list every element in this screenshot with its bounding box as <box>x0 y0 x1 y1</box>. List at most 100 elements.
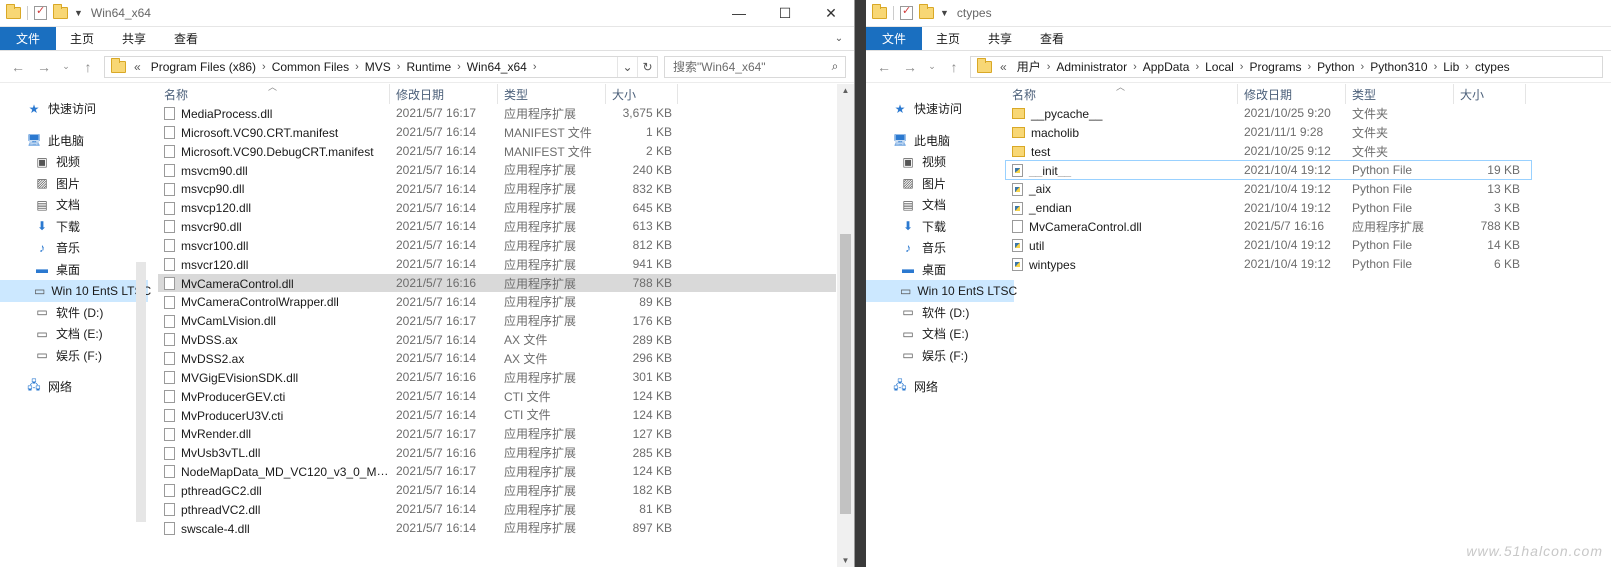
tab-home[interactable]: 主页 <box>922 27 974 50</box>
column-header-type[interactable]: 类型 <box>1346 84 1454 104</box>
breadcrumb-chevron-icon[interactable]: › <box>533 61 537 73</box>
breadcrumb-segment[interactable]: Programs <box>1243 60 1307 74</box>
file-row[interactable]: macholib 2021/11/1 9:28 文件夹 <box>1006 123 1531 142</box>
minimize-icon[interactable]: — <box>716 0 762 26</box>
recent-dropdown-icon[interactable]: ⌄ <box>926 61 938 72</box>
scroll-down-icon[interactable]: ▼ <box>837 556 854 565</box>
tab-file[interactable]: 文件 <box>866 27 922 50</box>
file-row[interactable]: MvProducerGEV.cti 2021/5/7 16:14 CTI 文件 124… <box>158 387 836 406</box>
nav-drive-e[interactable]: ▭ 文档 (E:) <box>0 323 148 345</box>
refresh-icon[interactable]: ↻ <box>637 56 657 77</box>
file-row[interactable]: MvCameraControl.dll 2021/5/7 16:16 应用程序扩展 7… <box>158 273 836 293</box>
maximize-icon[interactable]: ☐ <box>762 0 808 26</box>
nav-documents[interactable]: ▤ 文档 <box>0 194 148 216</box>
column-header-size[interactable]: 大小 <box>1454 84 1526 104</box>
file-row[interactable]: msvcr120.dll 2021/5/7 16:14 应用程序扩展 941 KB <box>158 255 836 274</box>
new-folder-icon[interactable] <box>53 4 68 19</box>
file-row[interactable]: test 2021/10/25 9:12 文件夹 <box>1006 142 1531 161</box>
nav-this-pc[interactable]: 🖥 此电脑 <box>866 130 1014 152</box>
breadcrumb-segment[interactable]: 用户 <box>1011 58 1047 75</box>
file-row[interactable]: msvcr100.dll 2021/5/7 16:14 应用程序扩展 812 KB <box>158 236 836 255</box>
breadcrumb-segment[interactable]: Local <box>1199 60 1240 74</box>
breadcrumb-segment[interactable]: ctypes <box>1469 60 1516 74</box>
column-header-date[interactable]: 修改日期 <box>390 84 498 104</box>
column-header-type[interactable]: 类型 <box>498 84 606 104</box>
nav-drive-f[interactable]: ▭ 娱乐 (F:) <box>866 345 1014 367</box>
nav-desktop[interactable]: ▬ 桌面 <box>0 259 148 281</box>
file-row[interactable]: wintypes 2021/10/4 19:12 Python File 6 KB <box>1006 255 1531 274</box>
breadcrumb-segment[interactable]: Runtime <box>400 60 457 74</box>
file-row[interactable]: swscale-4.dll 2021/5/7 16:14 应用程序扩展 897 KB <box>158 519 836 538</box>
scrollbar-thumb[interactable] <box>840 234 851 514</box>
file-row[interactable]: Microsoft.VC90.DebugCRT.manifest 2021/5/7… <box>158 142 836 161</box>
nav-drive-c[interactable]: ▭ Win 10 EntS LTSC <box>866 280 1017 302</box>
file-row[interactable]: pthreadVC2.dll 2021/5/7 16:14 应用程序扩展 81 KB <box>158 500 836 519</box>
address-bar[interactable]: « Program Files (x86) › Common Files › MVS… <box>104 55 658 78</box>
breadcrumb-segment[interactable]: MVS <box>359 60 397 74</box>
nav-drive-d[interactable]: ▭ 软件 (D:) <box>0 302 148 324</box>
up-arrow-icon[interactable]: ↑ <box>944 59 964 75</box>
address-dropdown-icon[interactable]: ⌄ <box>617 56 637 77</box>
file-row[interactable]: util 2021/10/4 19:12 Python File 14 KB <box>1006 236 1531 255</box>
nav-pictures[interactable]: ▨ 图片 <box>866 173 1014 195</box>
nav-downloads[interactable]: ⬇ 下载 <box>866 216 1014 238</box>
forward-arrow-icon[interactable]: → <box>900 59 920 75</box>
file-row[interactable]: MvCameraControlWrapper.dll 2021/5/7 16:14… <box>158 292 836 311</box>
file-row[interactable]: MvCamLVision.dll 2021/5/7 16:17 应用程序扩展 176 … <box>158 311 836 330</box>
nav-drive-e[interactable]: ▭ 文档 (E:) <box>866 323 1014 345</box>
nav-videos[interactable]: ▣ 视频 <box>866 151 1014 173</box>
nav-documents[interactable]: ▤ 文档 <box>866 194 1014 216</box>
nav-scrollbar[interactable] <box>136 262 146 522</box>
breadcrumb-segment[interactable]: Program Files (x86) <box>145 60 262 74</box>
overflow-chevron[interactable]: « <box>996 60 1011 74</box>
file-row[interactable]: msvcm90.dll 2021/5/7 16:14 应用程序扩展 240 KB <box>158 161 836 180</box>
column-header-size[interactable]: 大小 <box>606 84 678 104</box>
file-row[interactable]: MvUsb3vTL.dll 2021/5/7 16:16 应用程序扩展 285 KB <box>158 443 836 462</box>
file-row[interactable]: NodeMapData_MD_VC120_v3_0_MVS... 2021/5/7… <box>158 462 836 481</box>
file-row[interactable]: MvDSS.ax 2021/5/7 16:14 AX 文件 289 KB <box>158 330 836 349</box>
nav-pictures[interactable]: ▨ 图片 <box>0 173 148 195</box>
nav-music[interactable]: ♪ 音乐 <box>866 237 1014 259</box>
file-row[interactable]: MvRender.dll 2021/5/7 16:17 应用程序扩展 127 KB <box>158 424 836 443</box>
back-arrow-icon[interactable]: ← <box>8 59 28 75</box>
file-row[interactable]: MvCameraControl.dll 2021/5/7 16:16 应用程序扩展 7… <box>1006 217 1531 236</box>
nav-music[interactable]: ♪ 音乐 <box>0 237 148 259</box>
nav-network[interactable]: 🖧 网络 <box>0 376 148 398</box>
file-row[interactable]: Microsoft.VC90.CRT.manifest 2021/5/7 16:1… <box>158 123 836 142</box>
properties-icon[interactable] <box>34 4 47 20</box>
nav-videos[interactable]: ▣ 视频 <box>0 151 148 173</box>
nav-network[interactable]: 🖧 网络 <box>866 376 1014 398</box>
tab-view[interactable]: 查看 <box>1026 27 1078 50</box>
up-arrow-icon[interactable]: ↑ <box>78 59 98 75</box>
recent-dropdown-icon[interactable]: ⌄ <box>60 61 72 72</box>
nav-quick-access[interactable]: ★ 快速访问 <box>866 98 1014 120</box>
nav-drive-f[interactable]: ▭ 娱乐 (F:) <box>0 345 148 367</box>
breadcrumb-segment[interactable]: Administrator <box>1050 60 1133 74</box>
file-row[interactable]: _endian 2021/10/4 19:12 Python File 3 KB <box>1006 198 1531 217</box>
breadcrumb-segment[interactable]: Lib <box>1437 60 1465 74</box>
tab-share[interactable]: 共享 <box>108 27 160 50</box>
tab-view[interactable]: 查看 <box>160 27 212 50</box>
customize-dropdown-icon[interactable]: ▼ <box>940 8 949 18</box>
file-row[interactable]: _aix 2021/10/4 19:12 Python File 13 KB <box>1006 179 1531 198</box>
search-icon[interactable]: ⌕ <box>825 59 845 74</box>
overflow-chevron[interactable]: « <box>130 60 145 74</box>
breadcrumb-segment[interactable]: Common Files <box>266 60 355 74</box>
file-row[interactable]: msvcp90.dll 2021/5/7 16:14 应用程序扩展 832 KB <box>158 179 836 198</box>
customize-dropdown-icon[interactable]: ▼ <box>74 8 83 18</box>
nav-quick-access[interactable]: ★ 快速访问 <box>0 98 148 120</box>
file-row[interactable]: MVGigEVisionSDK.dll 2021/5/7 16:16 应用程序扩展 3… <box>158 368 836 387</box>
nav-downloads[interactable]: ⬇ 下载 <box>0 216 148 238</box>
tab-share[interactable]: 共享 <box>974 27 1026 50</box>
new-folder-icon[interactable] <box>919 4 934 19</box>
scroll-up-icon[interactable]: ▲ <box>837 86 854 95</box>
nav-desktop[interactable]: ▬ 桌面 <box>866 259 1014 281</box>
tab-file[interactable]: 文件 <box>0 27 56 50</box>
file-row[interactable]: MediaProcess.dll 2021/5/7 16:17 应用程序扩展 3,67… <box>158 104 836 123</box>
search-input[interactable]: 搜索"Win64_x64" ⌕ <box>664 55 846 78</box>
file-row[interactable]: MvProducerU3V.cti 2021/5/7 16:14 CTI 文件 124… <box>158 406 836 425</box>
nav-drive-c[interactable]: ▭ Win 10 EntS LTSC <box>0 280 151 302</box>
expand-ribbon-icon[interactable]: ⌄ <box>824 27 854 50</box>
nav-drive-d[interactable]: ▭ 软件 (D:) <box>866 302 1014 324</box>
forward-arrow-icon[interactable]: → <box>34 59 54 75</box>
